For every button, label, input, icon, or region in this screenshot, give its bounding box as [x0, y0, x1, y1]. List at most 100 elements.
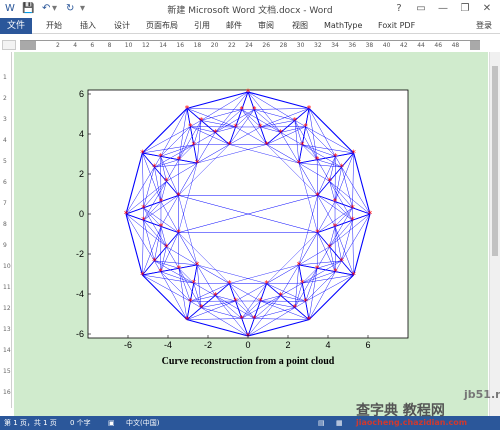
- watermark-url: jiaocheng.chazidian.com: [356, 418, 468, 427]
- tab-references[interactable]: 引用: [194, 18, 210, 34]
- word-count[interactable]: 0 个字: [70, 416, 91, 430]
- data-point: *: [199, 116, 204, 126]
- data-point: *: [141, 204, 146, 214]
- ruler-number: 10: [124, 42, 133, 49]
- ruler-number: 28: [279, 42, 288, 49]
- page-count[interactable]: 第 1 页，共 1 页: [4, 416, 57, 430]
- ruler-corner[interactable]: [2, 40, 16, 50]
- ruler-number: 16: [3, 389, 11, 396]
- x-tick-label: -6: [124, 340, 132, 350]
- data-point: *: [339, 163, 344, 173]
- vertical-scrollbar[interactable]: [489, 52, 500, 416]
- tab-view[interactable]: 视图: [292, 18, 308, 34]
- proofing-icon[interactable]: ▣: [108, 416, 115, 430]
- data-point: *: [188, 297, 193, 307]
- x-tick-label: 6: [365, 340, 370, 350]
- tab-page-layout[interactable]: 页面布局: [146, 18, 178, 34]
- ruler-number: 13: [3, 326, 11, 333]
- tab-design[interactable]: 设计: [114, 18, 130, 34]
- restore-button[interactable]: ❐: [454, 1, 476, 17]
- ruler-number: 42: [400, 42, 408, 49]
- data-point: *: [233, 297, 238, 307]
- ruler-number: 16: [176, 42, 185, 49]
- data-point: *: [333, 222, 338, 232]
- data-point: *: [333, 152, 338, 162]
- tab-foxit-pdf[interactable]: Foxit PDF: [378, 18, 415, 34]
- data-point: *: [177, 264, 182, 274]
- close-button[interactable]: ✕: [476, 1, 498, 17]
- data-point: *: [140, 149, 145, 159]
- ruler-number: 22: [228, 42, 236, 49]
- tab-file[interactable]: 文件: [0, 18, 32, 34]
- minimize-button[interactable]: —: [432, 1, 454, 17]
- ruler-number: 2: [3, 95, 7, 102]
- ruler-number: 30: [296, 42, 305, 49]
- data-point: *: [258, 123, 263, 133]
- data-point: *: [213, 292, 218, 302]
- y-tick-label: 4: [79, 129, 84, 139]
- data-point: *: [333, 268, 338, 278]
- data-point: *: [213, 128, 218, 138]
- data-point: *: [152, 257, 157, 267]
- language-indicator[interactable]: 中文(中国): [126, 416, 159, 430]
- data-point: *: [315, 191, 320, 201]
- data-point: *: [297, 159, 302, 169]
- ribbon-tabs: 文件 开始 插入 设计 页面布局 引用 邮件 审阅 视图 MathType Fo…: [0, 18, 500, 34]
- data-point: *: [233, 123, 238, 133]
- data-point: *: [258, 297, 263, 307]
- tab-mathtype[interactable]: MathType: [324, 18, 362, 34]
- ruler-number: 4: [73, 42, 78, 49]
- data-point: *: [339, 257, 344, 267]
- ruler-number: 38: [365, 42, 374, 49]
- data-point: *: [164, 177, 169, 187]
- ribbon-display-icon[interactable]: ▭: [410, 1, 432, 17]
- ruler-number: 6: [3, 179, 7, 186]
- data-point: *: [350, 204, 355, 214]
- tab-review[interactable]: 审阅: [258, 18, 274, 34]
- data-point: *: [124, 210, 129, 220]
- tab-insert[interactable]: 插入: [80, 18, 96, 34]
- data-point: *: [303, 123, 308, 133]
- data-point: *: [158, 268, 163, 278]
- data-point: *: [333, 198, 338, 208]
- read-mode-icon[interactable]: ▤: [318, 416, 325, 430]
- data-point: *: [191, 279, 196, 289]
- data-point: *: [293, 304, 298, 314]
- ruler-number: 4: [3, 137, 7, 144]
- tab-home[interactable]: 开始: [46, 18, 62, 34]
- data-point: *: [164, 243, 169, 253]
- y-tick-label: -4: [76, 289, 84, 299]
- y-tick-label: 0: [79, 209, 84, 219]
- data-point: *: [159, 198, 164, 208]
- watermark-brand: 查字典 教程网: [356, 403, 445, 419]
- data-point: *: [152, 163, 157, 173]
- watermark: jb51.net 查字典 教程网 jiaocheng.chazidian.com: [356, 388, 500, 430]
- ruler-number: 1: [3, 74, 7, 81]
- ruler-number: 32: [314, 42, 322, 49]
- data-point: *: [350, 216, 355, 226]
- scrollbar-thumb[interactable]: [492, 66, 498, 256]
- ruler-number: 5: [3, 158, 7, 165]
- data-point: *: [300, 141, 305, 151]
- data-point: *: [199, 304, 204, 314]
- watermark-site: jb51.net: [464, 388, 500, 401]
- print-layout-icon[interactable]: ▦: [336, 416, 343, 430]
- ruler-number: 15: [3, 368, 11, 375]
- ruler-number: 12: [142, 42, 150, 49]
- x-tick-label: 2: [285, 340, 290, 350]
- help-icon[interactable]: ?: [388, 1, 410, 17]
- login-link[interactable]: 登录: [476, 18, 492, 34]
- data-point: *: [159, 222, 164, 232]
- ruler-number: 20: [210, 42, 219, 49]
- data-point: *: [307, 316, 312, 326]
- data-point: *: [195, 261, 200, 271]
- x-tick-label: -2: [204, 340, 212, 350]
- ruler-number: 14: [3, 347, 11, 354]
- horizontal-ruler[interactable]: 2 4 6 8 10 12 14 16 18 20 22 24 26 28 30 32 34 36 38 40 42 44…: [20, 40, 480, 51]
- data-point: *: [303, 297, 308, 307]
- vertical-ruler[interactable]: 1 2 3 4 5 6 7 8 9 10 11 12 13 14 15 16: [2, 52, 12, 408]
- data-point: *: [227, 140, 232, 150]
- x-tick-label: 4: [325, 340, 330, 350]
- ruler-number: 11: [3, 284, 11, 291]
- tab-mailings[interactable]: 邮件: [226, 18, 242, 34]
